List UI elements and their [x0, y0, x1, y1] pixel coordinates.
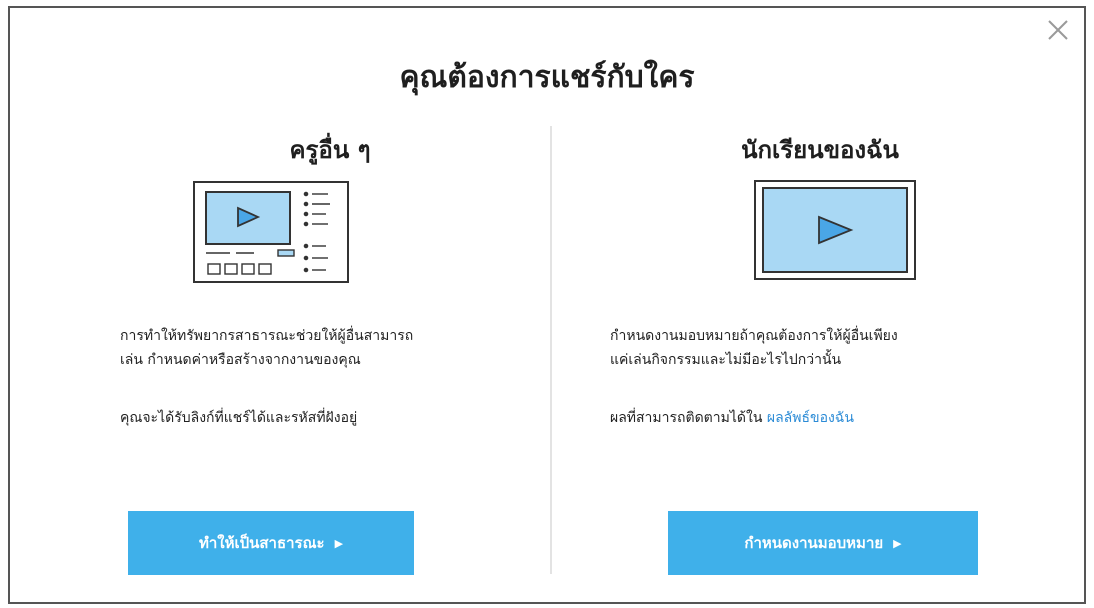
- assignment-illustration-icon: [754, 180, 916, 280]
- my-students-heading: นักเรียนของฉัน: [741, 136, 899, 164]
- public-resource-illustration-icon: [193, 181, 349, 283]
- other-teachers-description: การทำให้ทรัพยากรสาธารณะช่วยให้ผู้อื่นสาม…: [120, 328, 414, 368]
- share-dialog: คุณต้องการแชร์กับใคร ครูอื่น ๆ การทำให้ท…: [8, 6, 1086, 604]
- other-teachers-note: คุณจะได้รับลิงก์ที่แชร์ได้และรหัสที่ฝังอ…: [120, 410, 358, 426]
- set-assignment-button[interactable]: กำหนดงานมอบหมาย ▶: [668, 511, 978, 575]
- dialog-title: คุณต้องการแชร์กับใคร: [399, 60, 695, 95]
- set-assignment-button-label: กำหนดงานมอบหมาย: [744, 534, 884, 552]
- column-divider: [550, 126, 552, 574]
- option-other-teachers: ครูอื่น ๆ การทำให้ทรัพยากรสาธารณะช่วยให้…: [120, 126, 540, 596]
- make-public-button-label: ทำให้เป็นสาธารณะ: [198, 534, 325, 552]
- my-students-description: กำหนดงานมอบหมายถ้าคุณต้องการให้ผู้อื่นเพ…: [610, 328, 898, 368]
- close-icon[interactable]: [1044, 16, 1072, 44]
- other-teachers-heading: ครูอื่น ๆ: [289, 136, 371, 164]
- make-public-button[interactable]: ทำให้เป็นสาธารณะ ▶: [128, 511, 414, 575]
- option-my-students: นักเรียนของฉัน กำหนดงานมอบหมายถ้าคุณต้อง…: [610, 126, 1030, 596]
- caret-right-icon: ▶: [334, 536, 344, 550]
- my-students-note: ผลที่สามารถติดตามได้ใน ผลลัพธ์ของฉัน: [610, 410, 854, 426]
- caret-right-icon: ▶: [893, 536, 902, 550]
- my-results-link[interactable]: ผลลัพธ์ของฉัน: [767, 410, 854, 426]
